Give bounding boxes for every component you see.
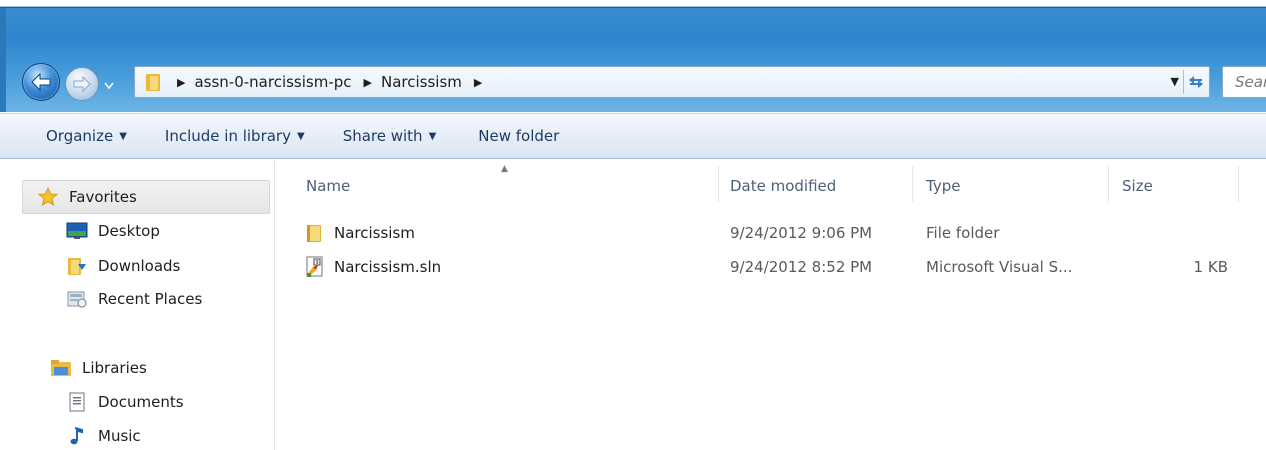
svg-text:9: 9 (316, 260, 319, 266)
chevron-down-icon (104, 82, 114, 90)
new-folder-label: New folder (478, 127, 560, 145)
organize-button[interactable]: Organize ▼ (38, 123, 135, 149)
breadcrumb-arrow-icon[interactable]: ▶ (364, 76, 372, 89)
column-divider[interactable] (1108, 166, 1109, 202)
include-in-library-button[interactable]: Include in library ▼ (157, 123, 313, 149)
refresh-icon (1188, 76, 1203, 88)
file-name: Narcissism.sln (334, 258, 442, 276)
file-size (1122, 218, 1228, 248)
file-name-cell: 9 Narcissism.sln (304, 252, 704, 282)
refresh-button[interactable] (1183, 70, 1207, 94)
back-button[interactable] (22, 63, 60, 101)
libraries-icon (50, 358, 72, 378)
recent-pages-dropdown[interactable] (103, 80, 115, 92)
sidebar-favorites-label: Favorites (69, 188, 137, 206)
desktop-icon (66, 221, 88, 241)
sidebar-favorites[interactable]: Favorites (22, 180, 270, 214)
folder-icon (304, 223, 326, 243)
music-note-icon (66, 426, 88, 446)
downloads-icon (66, 256, 88, 276)
command-bar: Organize ▼ Include in library ▼ Share wi… (0, 113, 1266, 159)
window-left-border (0, 8, 6, 112)
address-history-dropdown[interactable]: ▼ (1171, 75, 1179, 88)
column-divider[interactable] (912, 166, 913, 202)
chevron-down-icon: ▼ (296, 130, 305, 142)
address-bar[interactable]: ▶ assn-0-narcissism-pc ▶ Narcissism ▶ ▼ (134, 66, 1210, 98)
chevron-down-icon: ▼ (428, 130, 437, 142)
file-type: Microsoft Visual S... (926, 258, 1073, 276)
file-type: File folder (926, 224, 1000, 242)
file-name-cell: Narcissism (304, 218, 704, 248)
organize-label: Organize (46, 127, 114, 145)
column-header-name[interactable]: Name (306, 170, 716, 202)
breadcrumb-folder[interactable]: Narcissism (381, 73, 462, 91)
navigation-pane: Favorites Desktop Downloads Recent Place… (0, 160, 275, 450)
new-folder-button[interactable]: New folder (470, 123, 567, 149)
column-header-size[interactable]: Size (1122, 170, 1232, 202)
sidebar-item-desktop[interactable]: Desktop (66, 218, 160, 244)
search-box[interactable] (1222, 66, 1266, 98)
back-arrow-icon (31, 73, 51, 91)
sidebar-item-label: Desktop (98, 222, 160, 240)
chevron-down-icon: ▼ (119, 130, 127, 142)
breadcrumb-computer[interactable]: assn-0-narcissism-pc (194, 73, 351, 91)
column-divider[interactable] (718, 166, 719, 202)
breadcrumb-arrow-icon[interactable]: ▶ (474, 76, 482, 89)
column-divider[interactable] (1238, 166, 1239, 202)
sidebar-item-label: Documents (98, 393, 184, 411)
sidebar-item-documents[interactable]: Documents (66, 389, 184, 415)
sidebar-item-recent-places[interactable]: Recent Places (66, 286, 202, 312)
star-icon (37, 187, 59, 207)
file-size: 1 KB (1193, 258, 1228, 276)
share-with-label: Share with (342, 127, 423, 145)
recent-places-icon (66, 289, 88, 309)
table-row[interactable]: 9 Narcissism.sln 9/24/2012 8:52 PM Micro… (304, 252, 1264, 282)
documents-icon (66, 392, 88, 412)
share-with-button[interactable]: Share with ▼ (335, 123, 445, 149)
column-header-type[interactable]: Type (926, 170, 1106, 202)
forward-button[interactable] (65, 67, 99, 101)
sidebar-item-music[interactable]: Music (66, 423, 141, 449)
sidebar-item-label: Downloads (98, 257, 181, 275)
sidebar-item-label: Recent Places (98, 290, 203, 308)
file-name: Narcissism (334, 224, 415, 242)
sidebar-item-downloads[interactable]: Downloads (66, 253, 180, 279)
sidebar-item-label: Music (98, 427, 141, 445)
folder-icon (141, 72, 165, 92)
solution-file-icon: 9 (304, 256, 326, 277)
column-header-date[interactable]: Date modified (730, 170, 910, 202)
file-date: 9/24/2012 8:52 PM (730, 258, 873, 276)
file-list: ▲ Name Date modified Type Size Narcissis… (276, 160, 1266, 450)
table-row[interactable]: Narcissism 9/24/2012 9:06 PM File folder (304, 218, 1264, 248)
forward-arrow-icon (73, 76, 91, 92)
file-date: 9/24/2012 9:06 PM (730, 224, 873, 242)
search-input[interactable] (1235, 73, 1266, 91)
sidebar-libraries[interactable]: Libraries (50, 355, 147, 381)
sidebar-libraries-label: Libraries (82, 359, 147, 377)
include-in-library-label: Include in library (164, 127, 291, 145)
breadcrumb-arrow-icon[interactable]: ▶ (177, 76, 185, 89)
